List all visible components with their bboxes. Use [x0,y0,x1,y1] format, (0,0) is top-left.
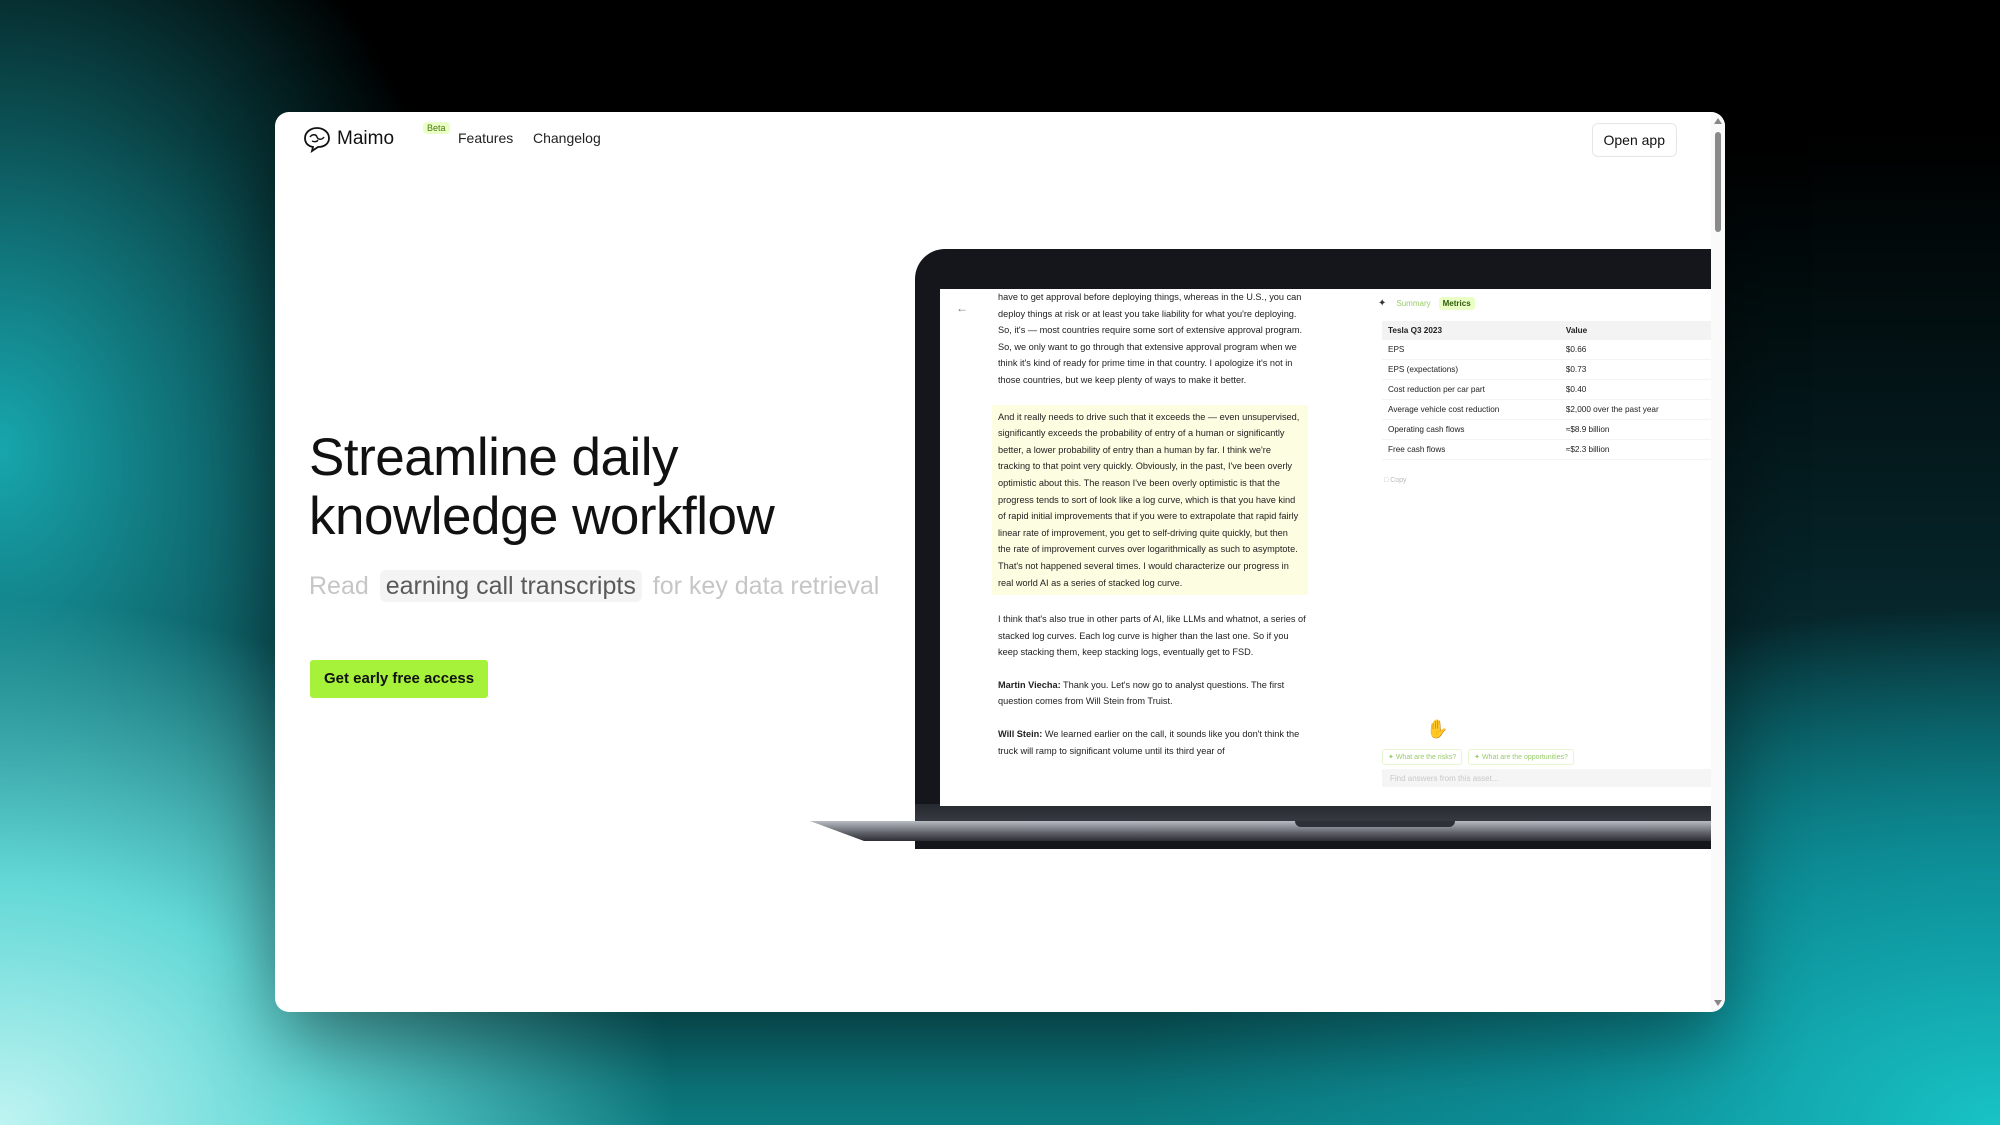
transcript-paragraph: have to get approval before deploying th… [998,292,1303,385]
speaker-name: Will Stein: [998,729,1043,740]
metric-name: Free cash flows [1382,439,1560,460]
metric-value: $0.73 [1559,359,1711,380]
subtitle-prefix: Read [309,572,369,600]
metric-name: EPS (expectations) [1382,359,1560,380]
nav-link-changelog[interactable]: Changelog [533,130,601,146]
brand-logo[interactable]: Maimo Beta [301,122,450,153]
copy-button[interactable]: □ Copy [1384,477,1407,484]
ask-input[interactable] [1382,769,1711,787]
get-early-access-button[interactable]: Get early free access [310,660,489,698]
suggestion-chip-opportunities[interactable]: ✦ What are the opportunities? [1468,749,1574,765]
browser-window: Maimo Beta Features Changelog Open app S… [275,112,1725,1012]
hand-cursor-icon: ✋ [1426,719,1449,739]
metric-value: $2,000 over the past year [1559,399,1711,420]
metric-name: Average vehicle cost reduction [1382,399,1560,420]
insights-panel: ✦ Summary Metrics Tesla Q3 2023 Value EP… [1378,289,1711,806]
arrow-left-icon[interactable]: ← [956,301,968,315]
scroll-down-icon[interactable] [1714,1000,1722,1006]
table-row: EPS (expectations) $0.73 [1382,359,1711,380]
laptop-mockup: ← have to get approval before deploying … [810,249,1711,849]
subtitle-highlight: earning call transcripts [379,570,642,602]
table-row: Cost reduction per car part $0.40 [1382,379,1711,400]
metrics-table: Tesla Q3 2023 Value EPS $0.66 EPS (expect… [1382,321,1711,460]
panel-tabs: ✦ Summary Metrics [1378,297,1479,310]
highlighted-paragraph: And it really needs to drive such that i… [992,404,1308,596]
brain-logo-icon [304,127,330,153]
scroll-thumb[interactable] [1715,132,1721,232]
table-row: Average vehicle cost reduction $2,000 ove… [1382,399,1711,420]
table-row: EPS $0.66 [1382,340,1711,360]
scrollbar[interactable] [1711,112,1725,1012]
transcript-paragraph: Will Stein: We learned earlier on the ca… [998,729,1300,756]
beta-badge: Beta [423,122,450,134]
metric-value: ≈$8.9 billion [1559,419,1711,440]
top-nav: Maimo Beta Features Changelog Open app [275,112,1711,168]
hero-subtitle: Read earning call transcripts for key da… [309,570,879,602]
tab-summary[interactable]: Summary [1392,297,1434,310]
suggestion-chip-risks[interactable]: ✦ What are the risks? [1382,749,1463,765]
brand-name: Maimo [337,128,395,149]
table-row: Free cash flows ≈$2.3 billion [1382,439,1711,460]
transcript-paragraph: I think that's also true in other parts … [998,614,1306,658]
app-screen: ← have to get approval before deploying … [940,289,1711,806]
table-header-row: Tesla Q3 2023 Value [1382,321,1711,340]
tab-metrics[interactable]: Metrics [1438,297,1475,310]
sparkle-icon: ✦ [1378,298,1387,309]
metric-name: Cost reduction per car part [1382,379,1560,400]
metric-name: Operating cash flows [1382,419,1560,440]
metric-name: EPS [1382,340,1560,360]
speaker-name: Martin Viecha: [998,679,1061,690]
transcript-paragraph: Martin Viecha: Thank you. Let's now go t… [998,679,1285,707]
open-app-button[interactable]: Open app [1591,123,1677,157]
laptop-notch [1295,821,1455,827]
column-header: Tesla Q3 2023 [1382,321,1560,340]
scroll-up-icon[interactable] [1714,118,1722,124]
laptop-base [810,821,1711,841]
table-row: Operating cash flows ≈$8.9 billion [1382,419,1711,440]
column-header: Value [1559,321,1711,340]
nav-link-features[interactable]: Features [458,130,513,146]
transcript-text: have to get approval before deploying th… [992,289,1308,775]
metric-value: $0.66 [1559,340,1711,360]
suggestion-chips: ✦ What are the risks? ✦ What are the opp… [1382,749,1580,765]
metric-value: ≈$2.3 billion [1559,439,1711,460]
metric-value: $0.40 [1559,379,1711,400]
